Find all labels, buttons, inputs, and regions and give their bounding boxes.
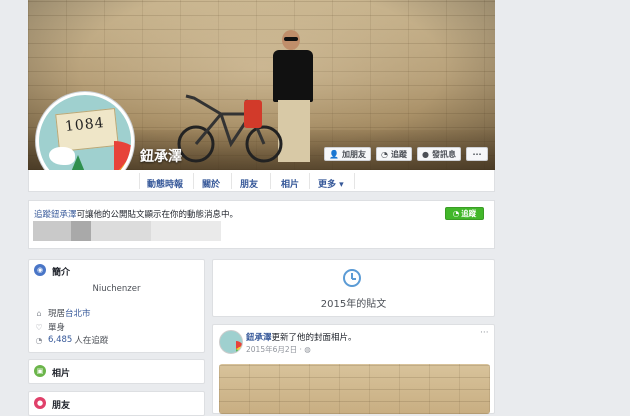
post-author-avatar[interactable] [219,330,243,354]
intro-followers: ◔ 6,485 人在追蹤 [34,334,109,346]
lives-label: 現居 [48,309,66,319]
tab-divider [270,173,271,189]
more-options-button[interactable]: ··· [466,147,488,161]
add-friend-button[interactable]: 👤 加朋友 [324,147,371,161]
post-timestamp-link[interactable]: 2015年6月2日 · [246,345,302,354]
lives-city-link[interactable]: 台北市 [65,307,91,319]
follow-button[interactable]: ◔ 追蹤 [376,147,412,161]
blurred-region [91,221,151,241]
followers-count-link[interactable]: 6,485 [48,335,72,345]
post-header: 鈕承澤更新了他的封面相片。 [246,331,357,343]
tab-about[interactable]: 關於 [202,177,220,190]
add-friend-icon: 👤 [329,149,339,159]
cover-person-sunglasses [284,37,298,41]
add-friend-label: 加朋友 [341,149,366,159]
post-cover-photo[interactable] [219,364,490,414]
message-button[interactable]: ● 發訊息 [417,147,461,161]
tab-divider [139,173,140,189]
post-options-button[interactable]: ··· [480,328,489,338]
photo-icon: ▣ [34,365,46,377]
post-photo-wall-texture [219,364,490,414]
home-icon: ⌂ [36,308,42,318]
tab-divider [193,173,194,189]
messenger-icon: ● [422,149,429,159]
blurred-region [151,221,221,241]
tab-divider [309,173,310,189]
intro-title: 簡介 [52,268,71,278]
tab-photos[interactable]: 相片 [281,177,299,190]
relationship-status: 單身 [48,323,66,333]
follow-notice-link[interactable]: 追蹤鈕承澤 [34,210,77,220]
follow-green-label: 追蹤 [461,209,477,218]
cover-red-bag [244,100,262,128]
globe-icon: ◍ [304,345,311,354]
globe-icon: ◉ [34,264,46,276]
blurred-region [33,221,71,241]
tab-friends[interactable]: 朋友 [240,177,258,190]
tab-divider [354,173,355,189]
intro-relationship: ♡ 單身 [34,321,66,334]
rss-icon: ◔ [35,335,43,345]
follow-notice-body: 可讓他的公開貼文顯示在你的動態消息中。 [76,210,239,220]
post-author-link[interactable]: 鈕承澤 [246,333,272,343]
profile-tab-bar [28,170,495,192]
heart-icon: ♡ [35,322,43,332]
friends-title: 朋友 [52,401,71,411]
followers-suffix: 人在追蹤 [74,336,109,346]
intro-lives-in: ⌂ 現居 台北市 [34,307,91,320]
tab-divider [231,173,232,189]
rss-icon: ◔ [452,209,460,218]
photos-title: 相片 [52,369,71,379]
post-action-text: 更新了他的封面相片。 [271,333,357,343]
cover-bicycle [177,94,283,163]
intro-username: Niuchenzer [92,284,141,294]
profile-name[interactable]: 鈕承澤 [140,146,182,166]
more-options-label: ··· [472,149,482,159]
clock-icon [343,269,361,287]
message-label: 發訊息 [431,149,456,159]
friends-icon: ● [34,397,46,409]
year-posts-label: 2015年的貼文 [320,299,387,310]
tab-timeline[interactable]: 動態時報 [147,177,183,190]
follow-green-button[interactable]: ◔ 追蹤 [445,207,484,220]
post-date: 2015年6月2日 · ◍ [246,344,311,355]
rss-icon: ◔ [381,149,388,159]
follow-label: 追蹤 [390,149,407,159]
follow-notice-text: 追蹤鈕承澤可讓他的公開貼文顯示在你的動態消息中。 [34,208,238,220]
blurred-region [71,221,91,241]
tab-more[interactable]: 更多 ▾ [318,177,344,190]
